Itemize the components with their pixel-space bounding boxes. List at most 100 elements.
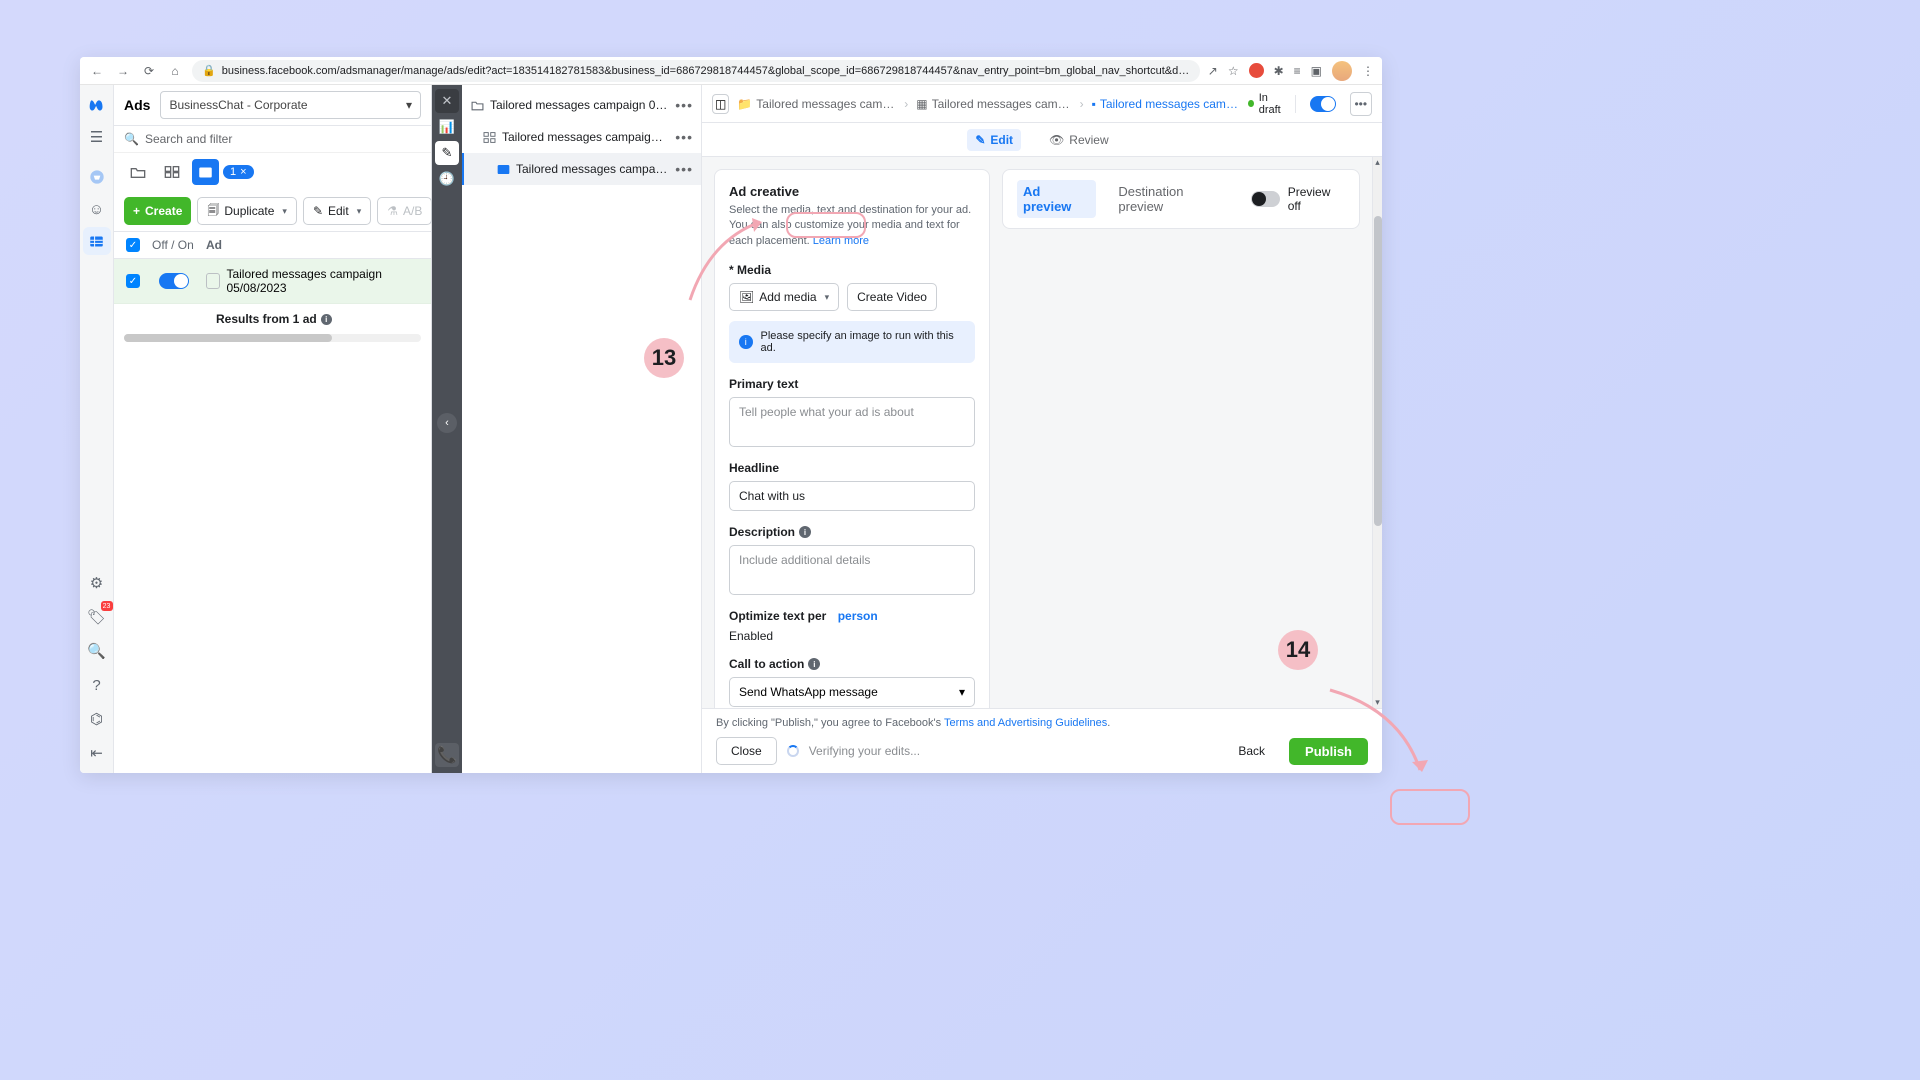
tree-campaign[interactable]: Tailored messages campaign 05/08/20... •… (462, 89, 701, 121)
crumb-adset[interactable]: ▦Tailored messages campaign ( (916, 97, 1071, 111)
row-toggle[interactable] (159, 273, 189, 289)
learn-more-link[interactable]: Learn more (813, 235, 869, 247)
tree-more-icon[interactable]: ••• (675, 129, 693, 145)
primary-text-input[interactable]: Tell people what your ad is about (729, 397, 975, 447)
spinner-icon (787, 745, 799, 757)
forward-icon[interactable]: → (114, 62, 132, 80)
mini-chart-icon[interactable]: 📊 (435, 115, 459, 139)
grid-icon: ▦ (916, 97, 927, 111)
subtab-review[interactable]: 👁 Review (1041, 129, 1117, 151)
overflow-menu-button[interactable]: ••• (1350, 92, 1372, 116)
tree-more-icon[interactable]: ••• (675, 161, 693, 177)
extension-1-icon[interactable] (1249, 63, 1264, 78)
select-all-checkbox[interactable]: ✓ (126, 238, 140, 252)
row-ad-name[interactable]: Tailored messages campaign 05/08/2023 (206, 267, 421, 295)
tab-adsets-icon[interactable] (158, 159, 186, 185)
home-icon[interactable]: ⌂ (166, 62, 184, 80)
extensions-icon[interactable]: ✱ (1274, 64, 1284, 78)
mini-collapse-icon[interactable]: ‹ (437, 413, 457, 433)
headline-label: Headline (729, 461, 975, 475)
chevron-right-icon: › (1080, 97, 1084, 111)
create-button[interactable]: + Create (124, 197, 191, 225)
scroll-down-icon[interactable]: ▾ (1373, 697, 1382, 708)
reload-icon[interactable]: ⟳ (140, 62, 158, 80)
search-placeholder: Search and filter (145, 132, 232, 146)
duplicate-button[interactable]: 🗐 Duplicate (197, 197, 297, 225)
primary-text-label: Primary text (729, 377, 975, 391)
tree-ad[interactable]: Tailored messages campaign ... ••• (462, 153, 701, 185)
tab-campaigns-icon[interactable] (124, 159, 152, 185)
url-text: business.facebook.com/adsmanager/manage/… (222, 65, 1190, 77)
description-input[interactable]: Include additional details (729, 545, 975, 595)
optimize-person-link[interactable]: person (838, 609, 878, 623)
rail-collapse-icon[interactable]: ⇤ (83, 739, 111, 767)
ad-creative-title: Ad creative (729, 184, 975, 199)
preview-tab-destination[interactable]: Destination preview (1112, 180, 1234, 218)
preview-tab-ad[interactable]: Ad preview (1017, 180, 1096, 218)
scroll-up-icon[interactable]: ▴ (1373, 157, 1382, 168)
rail-help-icon[interactable]: ? (83, 671, 111, 699)
description-label: Descriptioni (729, 525, 975, 539)
level-tabs: 1 × (114, 153, 431, 191)
rail-bug-icon[interactable]: ⌬ (83, 705, 111, 733)
back-icon[interactable]: ← (88, 62, 106, 80)
table-row[interactable]: ✓ Tailored messages campaign 05/08/2023 (114, 259, 431, 304)
editor-footer: By clicking "Publish," you agree to Face… (702, 708, 1382, 773)
publish-button[interactable]: Publish (1289, 738, 1368, 765)
ab-test-button[interactable]: ⚗ A/B (377, 197, 432, 225)
mini-close-icon[interactable]: ✕ (435, 89, 459, 113)
mini-pencil-icon[interactable]: ✎ (435, 141, 459, 165)
tree-more-icon[interactable]: ••• (675, 97, 693, 113)
close-button[interactable]: Close (716, 737, 777, 765)
rail-commerce-icon[interactable] (83, 163, 111, 191)
optimize-enabled-value: Enabled (729, 629, 975, 643)
results-summary: Results from 1 ad i (114, 304, 431, 334)
ad-active-toggle[interactable] (1310, 96, 1336, 112)
tree-adset[interactable]: Tailored messages campaign 05/08/2... ••… (462, 121, 701, 153)
mini-phone-icon[interactable]: 📞 (435, 743, 459, 767)
meta-logo-icon[interactable] (83, 91, 111, 119)
crumb-ad[interactable]: ▪Tailored messages campaign ( (1092, 97, 1240, 111)
kebab-icon[interactable]: ⋮ (1362, 64, 1374, 78)
search-input[interactable]: 🔍 Search and filter (124, 132, 421, 146)
back-button[interactable]: Back (1224, 738, 1279, 764)
search-row: 🔍 Search and filter (114, 126, 431, 153)
account-select[interactable]: BusinessChat - Corporate ▾ (160, 91, 421, 119)
hscroll-thumb[interactable] (124, 334, 332, 342)
tab-ads-icon[interactable] (192, 159, 219, 185)
profile-avatar-icon[interactable] (1332, 61, 1352, 81)
share-icon[interactable]: ↗ (1208, 64, 1218, 78)
rail-settings-icon[interactable]: ⚙ (83, 569, 111, 597)
window-icon[interactable]: ▣ (1311, 64, 1322, 78)
cta-select[interactable]: Send WhatsApp message▾ (729, 677, 975, 707)
vscroll[interactable]: ▴ ▾ (1372, 157, 1382, 708)
selected-count-pill[interactable]: 1 × (223, 165, 254, 179)
annotation-badge-14: 14 (1278, 630, 1318, 670)
chevron-right-icon: › (904, 97, 908, 111)
headline-input[interactable]: Chat with us (729, 481, 975, 511)
star-icon[interactable]: ☆ (1228, 64, 1239, 78)
mini-clock-icon[interactable]: 🕘 (435, 167, 459, 191)
subtab-edit[interactable]: ✎ Edit (967, 129, 1021, 151)
hamburger-icon[interactable]: ☰ (83, 123, 111, 151)
info-icon: i (321, 314, 332, 325)
terms-link[interactable]: Terms and Advertising Guidelines (944, 717, 1107, 729)
rail-table-icon[interactable] (83, 227, 111, 255)
create-video-button[interactable]: Create Video (847, 283, 937, 311)
preview-toggle[interactable] (1251, 191, 1280, 207)
media-label: * Media (729, 263, 975, 277)
rail-search-icon[interactable]: 🔍 (83, 637, 111, 665)
add-media-button[interactable]: 🖼 Add media (729, 283, 839, 311)
panel-layout-icon[interactable]: ◫ (712, 94, 729, 114)
hscroll-track[interactable] (124, 334, 421, 342)
rail-face-icon[interactable]: ☺ (83, 195, 111, 223)
status-draft: In draft (1248, 92, 1287, 116)
reading-list-icon[interactable]: ≡ (1294, 64, 1301, 78)
row-checkbox[interactable]: ✓ (126, 274, 140, 288)
edit-button[interactable]: ✎ Edit (303, 197, 371, 225)
pill-close-icon[interactable]: × (240, 166, 246, 178)
rail-notifications-icon[interactable]: 🏷23 (83, 603, 111, 631)
scroll-thumb[interactable] (1374, 216, 1382, 526)
crumb-campaign[interactable]: 📁Tailored messages campaign ( (737, 97, 896, 111)
url-bar[interactable]: 🔒 business.facebook.com/adsmanager/manag… (192, 60, 1200, 82)
